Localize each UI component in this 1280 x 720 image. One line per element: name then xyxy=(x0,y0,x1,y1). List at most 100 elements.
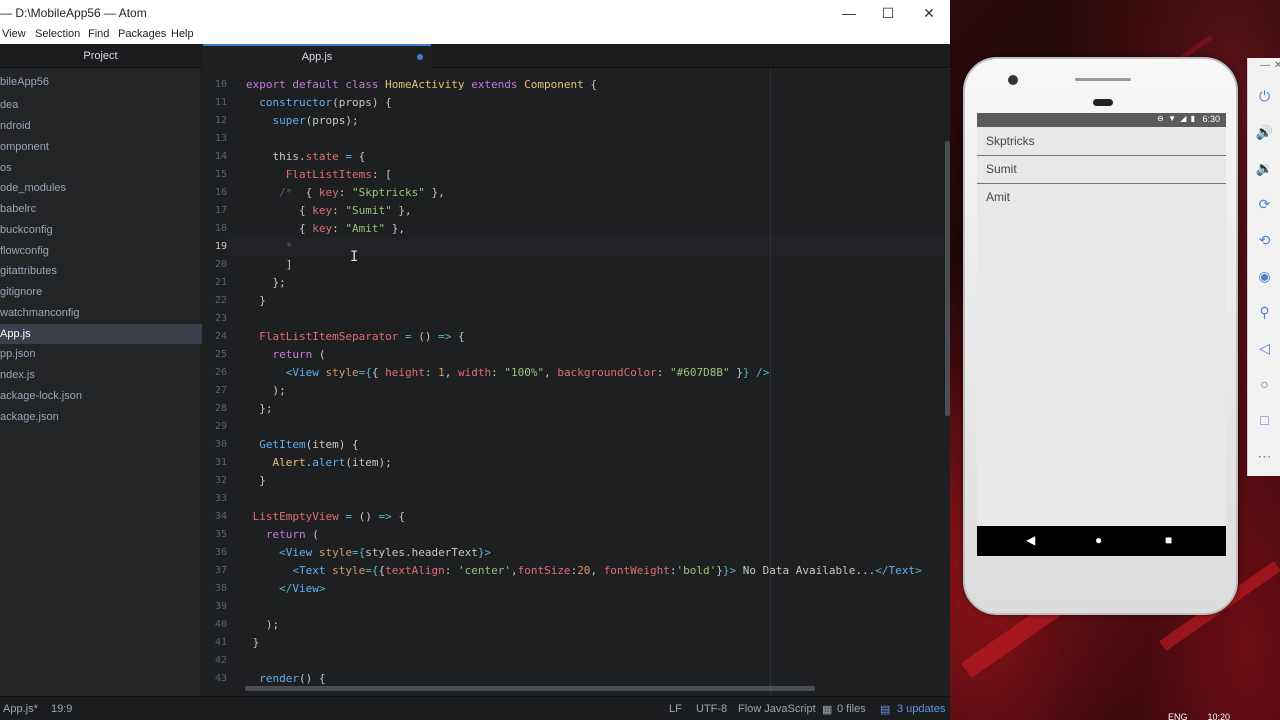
line-number: 27 xyxy=(214,385,227,396)
tree-item-android[interactable]: ndroid xyxy=(0,116,202,136)
line-number: 40 xyxy=(214,619,227,630)
home-icon[interactable]: ○ xyxy=(1248,369,1280,399)
nav-recents-icon[interactable]: ■ xyxy=(1165,533,1172,547)
menu-packages[interactable]: Packages xyxy=(118,28,166,40)
line-number: 13 xyxy=(214,133,227,144)
status-updates[interactable]: 3 updates xyxy=(897,703,945,715)
overview-icon[interactable]: □ xyxy=(1248,405,1280,435)
line-number: 22 xyxy=(214,295,227,306)
line-number: 36 xyxy=(214,547,227,558)
line-number: 28 xyxy=(214,403,227,414)
cursor-line-highlight xyxy=(227,238,950,256)
line-number: 37 xyxy=(214,565,227,576)
status-line-ending[interactable]: LF xyxy=(669,703,682,715)
tree-item-babelrc[interactable]: babelrc xyxy=(0,199,202,219)
code-line: ); xyxy=(246,384,286,397)
tree-item-app-js[interactable]: App.js xyxy=(0,324,202,344)
phone-screen: ⊖ ▼ ◢ ▮ 6:30 Skptricks Sumit Amit ◀ ● ■ xyxy=(977,113,1226,556)
vertical-scrollbar[interactable] xyxy=(945,141,950,416)
tree-item-watchmanconfig[interactable]: watchmanconfig xyxy=(0,303,202,323)
tree-item-package-json[interactable]: ackage.json xyxy=(0,407,202,427)
code-line: <View style={{ height: 1, width: "100%",… xyxy=(285,366,770,379)
tree-item-gitattributes[interactable]: gitattributes xyxy=(0,261,202,281)
rotate-right-icon[interactable]: ⟲ xyxy=(1248,225,1280,255)
nav-home-icon[interactable]: ● xyxy=(1095,533,1102,547)
code-line: ] xyxy=(246,258,293,271)
menu-find[interactable]: Find xyxy=(88,28,109,40)
line-number: 29 xyxy=(214,421,227,432)
status-files[interactable]: 0 files xyxy=(837,703,866,715)
code-line: ListEmptyView = () => { xyxy=(252,510,405,523)
close-button[interactable]: ✕ xyxy=(909,0,949,26)
code-line: return ( xyxy=(265,528,319,541)
code-line: return ( xyxy=(272,348,326,361)
line-number: 17 xyxy=(214,205,227,216)
tree-item-index-js[interactable]: ndex.js xyxy=(0,365,202,385)
code-line: * xyxy=(285,240,293,253)
code-line: <Text style={{textAlign: 'center',fontSi… xyxy=(292,564,922,577)
tab-bar: App.js xyxy=(203,44,950,69)
tree-item-flowconfig[interactable]: flowconfig xyxy=(0,241,202,261)
line-number: 42 xyxy=(214,655,227,666)
volume-up-icon[interactable]: 🔊 xyxy=(1248,117,1280,147)
android-nav-bar: ◀ ● ■ xyxy=(977,526,1226,556)
line-number: 11 xyxy=(214,97,227,108)
flatlist-item[interactable]: Sumit xyxy=(977,156,1226,183)
volume-down-icon[interactable]: 🔉 xyxy=(1248,153,1280,183)
speaker-grille xyxy=(1075,78,1131,81)
tree-item-node-modules[interactable]: ode_modules xyxy=(0,178,202,198)
taskbar-time: 10:20 xyxy=(1207,712,1231,720)
tree-item-package-lock[interactable]: ackage-lock.json xyxy=(0,386,202,406)
emulator-close-icon[interactable]: ✕ xyxy=(1274,60,1280,71)
nav-back-icon[interactable]: ◀ xyxy=(1026,533,1035,547)
menu-view[interactable]: View xyxy=(2,28,26,40)
status-cursor-position[interactable]: 19:9 xyxy=(51,703,72,715)
power-icon[interactable]: ⏻ xyxy=(1248,81,1280,111)
tree-item-app-json[interactable]: pp.json xyxy=(0,344,202,364)
project-header[interactable]: Project xyxy=(0,44,201,68)
modified-indicator-icon xyxy=(417,54,423,60)
camera-icon xyxy=(1008,75,1018,85)
maximize-button[interactable]: ☐ xyxy=(868,0,908,26)
flatlist-item[interactable]: Amit xyxy=(977,184,1226,211)
code-line: export default class HomeActivity extend… xyxy=(246,78,598,91)
code-editor[interactable]: 10 11 12 13 14 15 16 17 18 19 20 21 22 2… xyxy=(203,69,950,696)
status-file[interactable]: App.js* xyxy=(3,703,38,715)
minimize-button[interactable]: — xyxy=(829,0,869,26)
flatlist-item[interactable]: Skptricks xyxy=(977,128,1226,155)
tree-item-idea[interactable]: dea xyxy=(0,95,202,115)
rotate-left-icon[interactable]: ⟳ xyxy=(1248,189,1280,219)
status-grammar[interactable]: Flow JavaScript xyxy=(738,703,816,715)
tree-item-buckconfig[interactable]: buckconfig xyxy=(0,220,202,240)
title-bar: — D:\MobileApp56 — Atom — ☐ ✕ xyxy=(0,0,950,26)
emulator-minimize-icon[interactable]: — xyxy=(1260,60,1270,71)
code-line: FlatListItems: [ xyxy=(285,168,392,181)
code-line: </View> xyxy=(279,582,326,595)
code-line: GetItem(item) { xyxy=(259,438,359,451)
tab-app-js[interactable]: App.js xyxy=(203,44,431,69)
tree-item-root[interactable]: bileApp56 xyxy=(0,72,202,92)
tree-item-gitignore[interactable]: gitignore xyxy=(0,282,202,302)
wrap-guide xyxy=(770,69,771,696)
line-number: 24 xyxy=(214,331,227,342)
line-number: 30 xyxy=(214,439,227,450)
emulator-toolbar: — ✕ ⏻ 🔊 🔉 ⟳ ⟲ ◉ ⚲ ◁ ○ □ ⋯ xyxy=(1247,58,1280,476)
menu-selection[interactable]: Selection xyxy=(35,28,80,40)
taskbar-tray: ENG 10:20 xyxy=(1168,712,1230,720)
code-line: { key: "Sumit" }, xyxy=(246,204,412,217)
line-number: 23 xyxy=(214,313,227,324)
zoom-icon[interactable]: ⚲ xyxy=(1248,297,1280,327)
status-encoding[interactable]: UTF-8 xyxy=(696,703,727,715)
tree-item-component[interactable]: omponent xyxy=(0,137,202,157)
line-number: 39 xyxy=(214,601,227,612)
more-icon[interactable]: ⋯ xyxy=(1248,441,1280,471)
menu-bar: View Selection Find Packages Help xyxy=(0,26,950,44)
back-icon[interactable]: ◁ xyxy=(1248,333,1280,363)
horizontal-scrollbar[interactable] xyxy=(245,686,815,691)
camera-icon[interactable]: ◉ xyxy=(1248,261,1280,291)
sensor xyxy=(1093,99,1113,106)
line-number: 31 xyxy=(214,457,227,468)
line-number: 14 xyxy=(214,151,227,162)
tree-item-ios[interactable]: os xyxy=(0,158,202,178)
menu-help[interactable]: Help xyxy=(171,28,194,40)
